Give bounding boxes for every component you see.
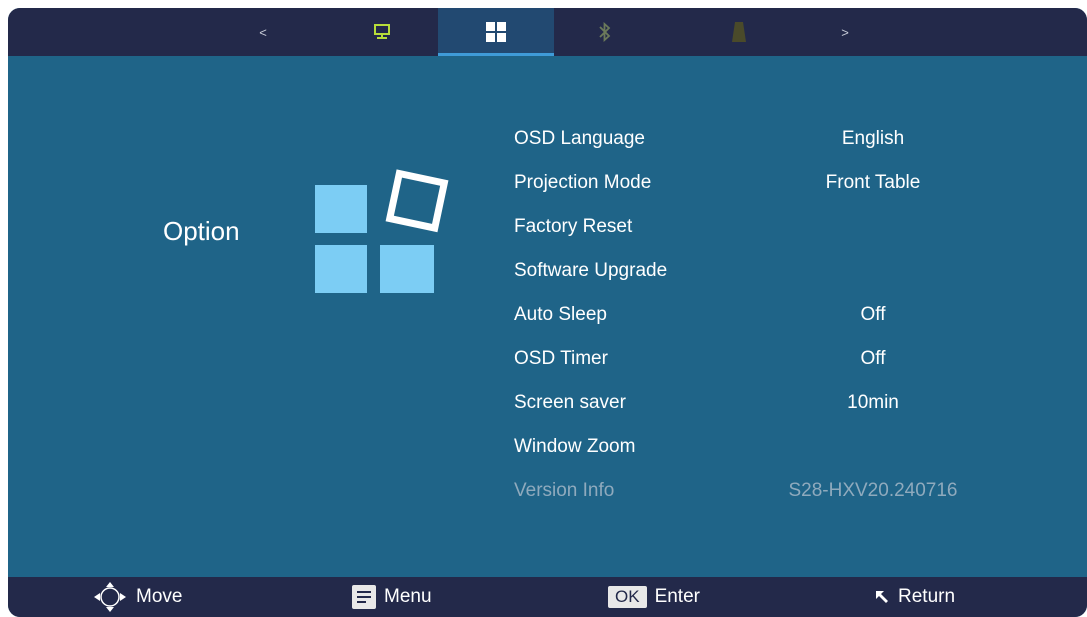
menu-item-value: Off — [860, 348, 886, 369]
hint-menu-label: Menu — [384, 586, 432, 607]
menu-item-value: S28-HXV20.240716 — [788, 480, 958, 501]
hint-return: Return — [874, 577, 955, 617]
option-grid-icon — [486, 22, 506, 42]
bluetooth-icon — [599, 22, 611, 42]
key-hint-bar: Move Menu OK Enter Return — [8, 577, 1087, 617]
hint-menu: Menu — [352, 577, 432, 617]
monitor-icon — [374, 24, 390, 39]
tab-keystone[interactable] — [724, 8, 754, 56]
menu-item-window-zoom[interactable]: Window Zoom — [8, 428, 1087, 468]
tab-bluetooth[interactable] — [590, 8, 620, 56]
menu-item-version-info: Version Info S28-HXV20.240716 — [8, 472, 1087, 512]
menu-item-projection-mode[interactable]: Projection Mode Front Table — [8, 164, 1087, 204]
menu-item-factory-reset[interactable]: Factory Reset — [8, 208, 1087, 248]
keystone-icon — [732, 22, 746, 42]
menu-item-value: 10min — [847, 392, 899, 413]
hint-return-label: Return — [898, 586, 956, 607]
osd-menu-panel: < > Option OSD Language English Projecti… — [8, 8, 1087, 617]
tab-display[interactable] — [362, 8, 402, 56]
hint-move-label: Move — [136, 586, 183, 607]
menu-item-osd-language[interactable]: OSD Language English — [8, 120, 1087, 160]
chevron-left-icon: < — [259, 24, 267, 40]
menu-item-label: Projection Mode — [514, 172, 652, 193]
menu-key-icon — [352, 585, 376, 609]
hint-enter: OK Enter — [608, 577, 700, 617]
menu-item-label: Factory Reset — [514, 216, 633, 237]
chevron-right-icon: > — [841, 24, 849, 40]
menu-item-osd-timer[interactable]: OSD Timer Off — [8, 340, 1087, 380]
menu-item-software-upgrade[interactable]: Software Upgrade — [8, 252, 1087, 292]
tab-option[interactable] — [438, 8, 554, 56]
menu-item-value: Front Table — [825, 172, 921, 193]
menu-item-value: English — [841, 128, 905, 149]
menu-item-screen-saver[interactable]: Screen saver 10min — [8, 384, 1087, 424]
tab-scroll-left[interactable]: < — [248, 8, 278, 56]
ok-key-icon: OK — [608, 586, 647, 608]
hint-enter-label: Enter — [654, 586, 700, 607]
menu-item-label: Auto Sleep — [514, 304, 607, 325]
dpad-arrows-icon — [94, 582, 126, 612]
menu-item-label: Software Upgrade — [514, 260, 668, 281]
menu-item-label: Screen saver — [514, 392, 626, 413]
menu-item-label: OSD Timer — [514, 348, 608, 369]
hint-move: Move — [92, 577, 182, 617]
menu-item-auto-sleep[interactable]: Auto Sleep Off — [8, 296, 1087, 336]
menu-item-value: Off — [860, 304, 886, 325]
menu-item-label: Window Zoom — [514, 436, 636, 457]
return-arrow-icon — [876, 591, 888, 603]
menu-item-label: Version Info — [514, 480, 615, 501]
top-tab-bar: < > — [8, 8, 1087, 56]
menu-item-label: OSD Language — [514, 128, 645, 149]
tab-scroll-right[interactable]: > — [830, 8, 860, 56]
